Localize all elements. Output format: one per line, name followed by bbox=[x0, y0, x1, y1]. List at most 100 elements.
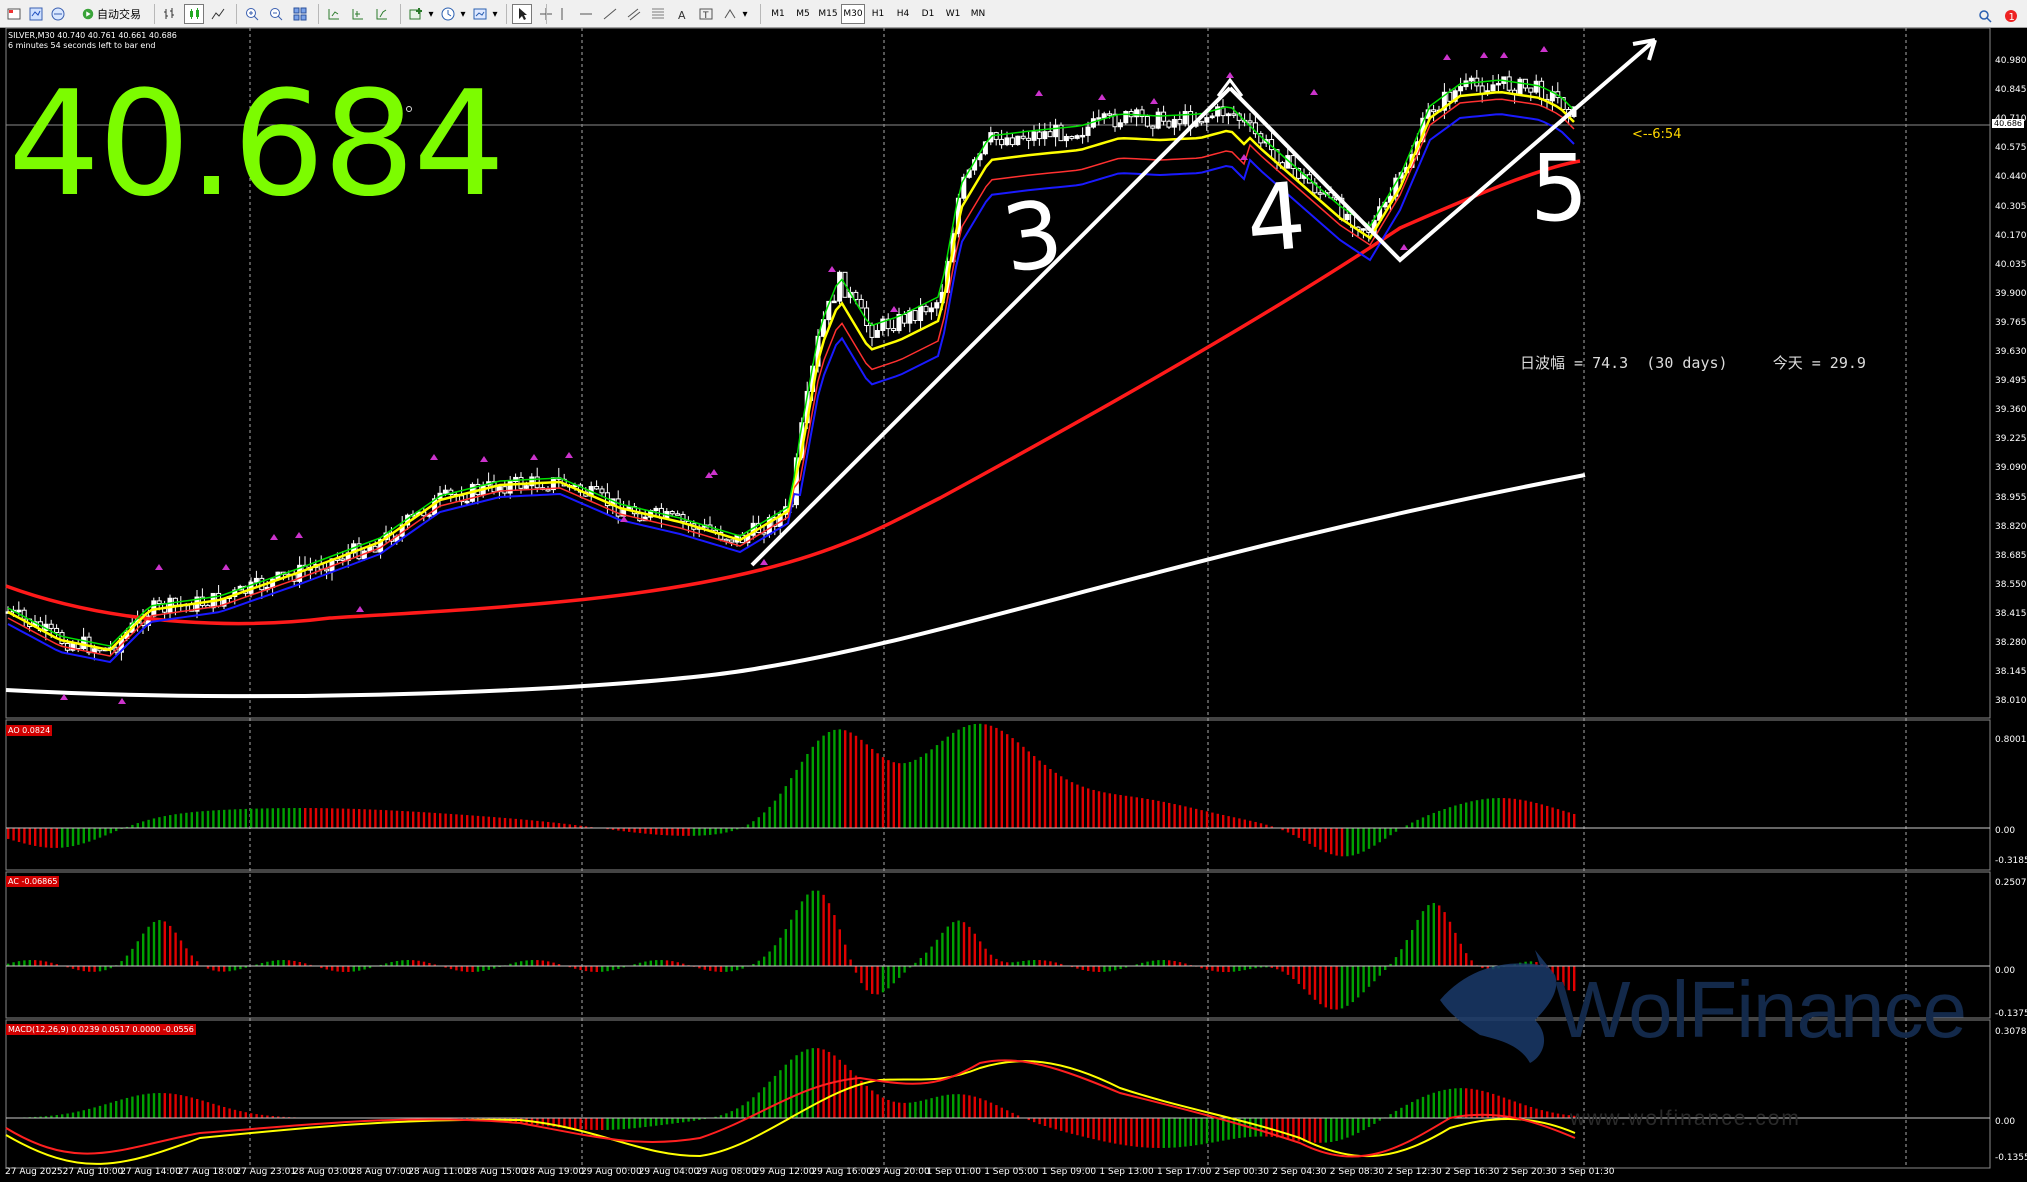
horizontal-line-icon[interactable] bbox=[576, 4, 596, 24]
profiles-icon[interactable] bbox=[26, 4, 46, 24]
auto-trading-button[interactable]: 自动交易 bbox=[76, 4, 146, 24]
macd-bar bbox=[1114, 1118, 1117, 1144]
chevron-down-icon[interactable]: ▾ bbox=[740, 4, 750, 24]
candle-body bbox=[599, 488, 605, 494]
candle-body bbox=[1431, 109, 1437, 113]
ao-bar bbox=[536, 820, 539, 828]
ac-bar bbox=[1016, 961, 1020, 966]
trendline-icon[interactable] bbox=[600, 4, 620, 24]
text-icon[interactable]: A bbox=[672, 4, 692, 24]
time-axis-label: 29 Aug 00:00 bbox=[581, 1167, 642, 1177]
period-sep-icon[interactable] bbox=[372, 4, 392, 24]
chevron-down-icon[interactable]: ▾ bbox=[458, 4, 468, 24]
ao-bar bbox=[833, 729, 836, 828]
ac-bar bbox=[968, 926, 971, 966]
chart-shift-icon[interactable] bbox=[324, 4, 344, 24]
zoom-out-icon[interactable] bbox=[266, 4, 286, 24]
macd-bar bbox=[1195, 1118, 1198, 1146]
chevron-down-icon[interactable]: ▾ bbox=[490, 4, 500, 24]
line-chart-icon[interactable] bbox=[208, 4, 228, 24]
timeframe-w1[interactable]: W1 bbox=[941, 4, 965, 24]
macd-bar bbox=[1043, 1118, 1047, 1126]
market-watch-icon[interactable] bbox=[48, 4, 68, 24]
chevron-down-icon[interactable]: ▾ bbox=[426, 4, 436, 24]
candlestick-icon[interactable] bbox=[184, 4, 204, 24]
timeframe-d1[interactable]: D1 bbox=[916, 4, 940, 24]
ao-bar bbox=[509, 818, 512, 828]
macd-bar bbox=[158, 1093, 161, 1118]
price-axis-label: 39.630 bbox=[1995, 347, 2027, 357]
ao-bar bbox=[887, 760, 890, 828]
macd-bar bbox=[1065, 1118, 1068, 1133]
ao-bar bbox=[1378, 828, 1381, 843]
timeframe-h1[interactable]: H1 bbox=[866, 4, 890, 24]
timeframe-mn[interactable]: MN bbox=[966, 4, 990, 24]
notifications-icon[interactable]: 1 bbox=[2001, 6, 2021, 26]
macd-bar bbox=[82, 1110, 85, 1118]
ac-bar bbox=[649, 960, 652, 966]
cursor-icon[interactable] bbox=[512, 4, 532, 24]
ao-bar bbox=[1448, 807, 1452, 828]
ao-bar bbox=[282, 808, 285, 828]
bar-chart-icon[interactable] bbox=[160, 4, 180, 24]
ao-bar bbox=[838, 729, 841, 828]
timeframe-m1[interactable]: M1 bbox=[766, 4, 790, 24]
templates-icon[interactable] bbox=[470, 4, 490, 24]
ao-bar bbox=[1292, 828, 1295, 836]
vertical-line-icon[interactable] bbox=[552, 4, 572, 24]
candle-body bbox=[1004, 137, 1010, 146]
zoom-in-icon[interactable] bbox=[242, 4, 262, 24]
fibonacci-icon[interactable] bbox=[648, 4, 668, 24]
ao-bar bbox=[498, 817, 501, 828]
price-axis-label: 40.845 bbox=[1995, 85, 2027, 96]
text-label-icon[interactable]: T bbox=[696, 4, 716, 24]
macd-bar bbox=[125, 1097, 129, 1118]
indicators-icon[interactable] bbox=[406, 4, 426, 24]
ao-bar bbox=[919, 756, 922, 828]
price-axis-label: 39.090 bbox=[1995, 463, 2027, 474]
autoscroll-icon[interactable] bbox=[348, 4, 368, 24]
macd-bar bbox=[574, 1118, 577, 1130]
ao-bar bbox=[914, 759, 917, 828]
macd-bar bbox=[1513, 1101, 1516, 1118]
macd-bar bbox=[115, 1101, 118, 1118]
ac-axis-max: 0.25077 bbox=[1995, 878, 2027, 888]
price-axis-label: 38.145 bbox=[1995, 667, 2027, 678]
macd-bar bbox=[1038, 1118, 1041, 1125]
arrows-icon[interactable] bbox=[720, 4, 740, 24]
timeframe-m5[interactable]: M5 bbox=[791, 4, 815, 24]
ao-bar bbox=[244, 808, 247, 828]
ac-bar bbox=[336, 966, 339, 972]
ac-bar bbox=[1211, 966, 1214, 971]
macd-bar bbox=[1400, 1107, 1403, 1118]
time-axis-label: 3 Sep 01:30 bbox=[1560, 1167, 1615, 1177]
periods-icon[interactable] bbox=[438, 4, 458, 24]
tile-windows-icon[interactable] bbox=[290, 4, 310, 24]
candle-body bbox=[324, 568, 330, 572]
timeframe-m30[interactable]: M30 bbox=[841, 4, 865, 24]
macd-bar bbox=[88, 1108, 91, 1118]
new-order-icon[interactable] bbox=[4, 4, 24, 24]
macd-bar bbox=[217, 1105, 220, 1118]
ac-bar bbox=[1146, 961, 1149, 966]
macd-bar bbox=[1421, 1096, 1425, 1118]
macd-bar bbox=[908, 1102, 912, 1118]
timeframe-h4[interactable]: H4 bbox=[891, 4, 915, 24]
macd-bar bbox=[1254, 1118, 1257, 1137]
macd-bar bbox=[1351, 1118, 1354, 1136]
macd-bar bbox=[104, 1104, 107, 1118]
ao-bar bbox=[995, 727, 998, 828]
ac-bar bbox=[174, 932, 177, 966]
timeframe-m15[interactable]: M15 bbox=[816, 4, 840, 24]
ao-bar bbox=[908, 761, 912, 828]
macd-bar bbox=[784, 1064, 787, 1118]
equidistant-channel-icon[interactable] bbox=[624, 4, 644, 24]
ao-bar bbox=[1033, 756, 1036, 828]
fractal-marker bbox=[295, 532, 303, 538]
candle-body bbox=[340, 558, 346, 561]
ao-bar bbox=[1524, 800, 1527, 828]
ac-bar bbox=[163, 921, 166, 966]
ac-bar bbox=[1373, 966, 1376, 982]
search-icon[interactable] bbox=[1975, 6, 1995, 26]
ac-bar bbox=[736, 966, 739, 971]
